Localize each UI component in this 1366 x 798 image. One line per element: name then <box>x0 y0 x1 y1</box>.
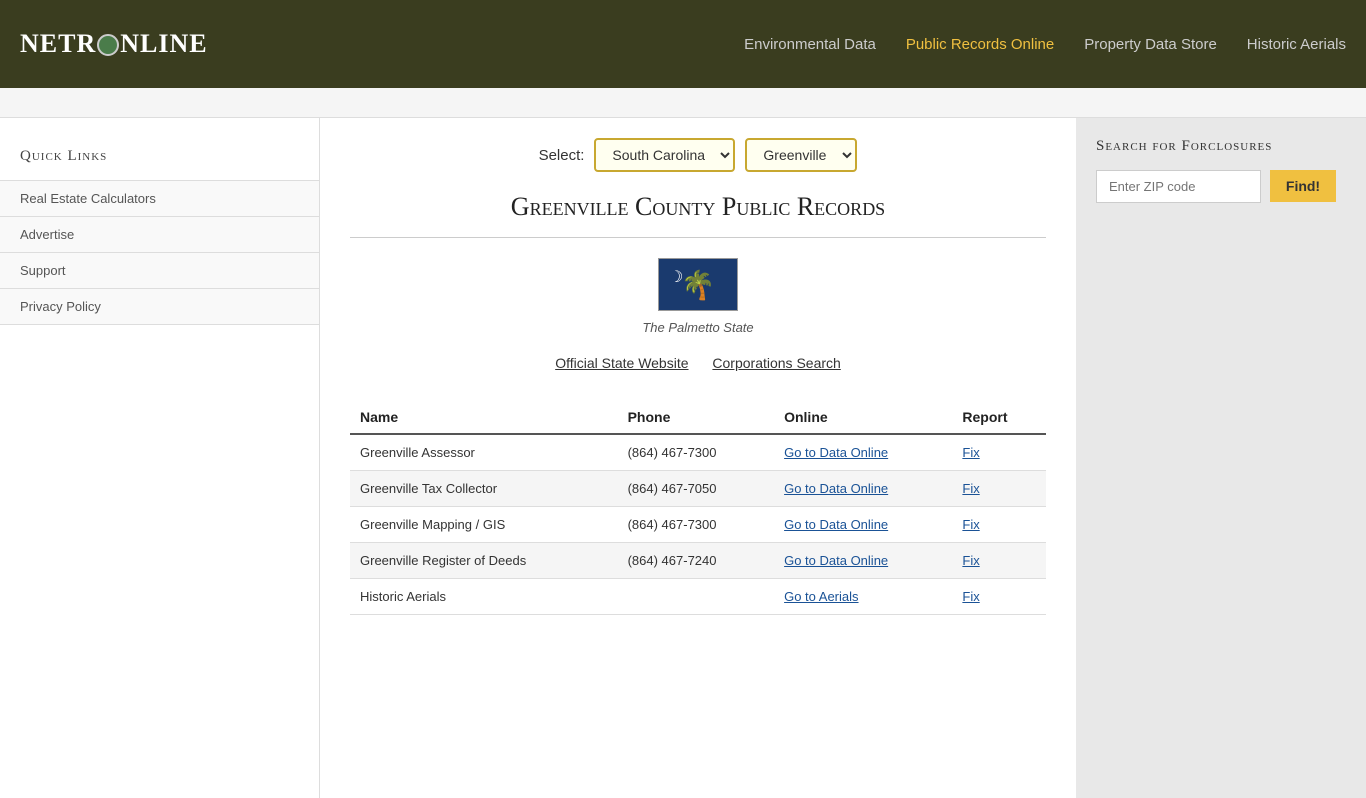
state-select[interactable]: South Carolina <box>594 138 735 172</box>
county-title: Greenville County Public Records <box>350 192 1046 238</box>
cell-name: Greenville Assessor <box>350 434 618 471</box>
sidebar-item-real-estate-calculators[interactable]: Real Estate Calculators <box>0 180 319 216</box>
fix-link[interactable]: Fix <box>962 445 979 460</box>
table-body: Greenville Assessor(864) 467-7300 Go to D… <box>350 434 1046 615</box>
nav-property-data-store[interactable]: Property Data Store <box>1084 36 1217 53</box>
select-label: Select: <box>539 147 585 164</box>
sidebar: Quick Links Real Estate Calculators Adve… <box>0 118 320 798</box>
table-row: Historic Aerials Go to Aerials Fix <box>350 579 1046 615</box>
corporations-search-link[interactable]: Corporations Search <box>712 355 840 371</box>
cell-phone: (864) 467-7240 <box>618 543 775 579</box>
col-header-phone: Phone <box>618 401 775 434</box>
cell-phone <box>618 579 775 615</box>
cell-name: Greenville Register of Deeds <box>350 543 618 579</box>
links-row: Official State Website Corporations Sear… <box>350 355 1046 371</box>
cell-report: Fix <box>952 434 1046 471</box>
fix-link[interactable]: Fix <box>962 589 979 604</box>
fix-link[interactable]: Fix <box>962 517 979 532</box>
state-flag-area: ☽ 🌴 The Palmetto State <box>350 258 1046 335</box>
cell-report: Fix <box>952 471 1046 507</box>
cell-phone: (864) 467-7300 <box>618 434 775 471</box>
cell-online: Go to Data Online <box>774 471 952 507</box>
data-table: Name Phone Online Report Greenville Asse… <box>350 401 1046 615</box>
official-state-website-link[interactable]: Official State Website <box>555 355 688 371</box>
find-button[interactable]: Find! <box>1270 170 1336 202</box>
logo: NETRNLINE <box>20 29 208 58</box>
nav-environmental-data[interactable]: Environmental Data <box>744 36 876 53</box>
sub-header <box>0 88 1366 118</box>
logo-globe-icon <box>97 34 119 56</box>
sidebar-title: Quick Links <box>0 138 319 180</box>
table-row: Greenville Tax Collector(864) 467-7050 Go… <box>350 471 1046 507</box>
state-flag: ☽ 🌴 <box>658 258 738 311</box>
table-row: Greenville Assessor(864) 467-7300 Go to D… <box>350 434 1046 471</box>
cell-online: Go to Data Online <box>774 507 952 543</box>
cell-online: Go to Data Online <box>774 543 952 579</box>
right-panel: Search for Forclosures Find! <box>1076 118 1366 798</box>
col-header-report: Report <box>952 401 1046 434</box>
fix-link[interactable]: Fix <box>962 553 979 568</box>
logo-area: NETRNLINE <box>20 29 208 59</box>
page-layout: Quick Links Real Estate Calculators Adve… <box>0 118 1366 798</box>
cell-online: Go to Aerials <box>774 579 952 615</box>
nav-historic-aerials[interactable]: Historic Aerials <box>1247 36 1346 53</box>
go-to-data-link[interactable]: Go to Data Online <box>784 517 888 532</box>
state-nickname: The Palmetto State <box>350 320 1046 335</box>
fix-link[interactable]: Fix <box>962 481 979 496</box>
sidebar-item-support[interactable]: Support <box>0 252 319 288</box>
table-row: Greenville Register of Deeds(864) 467-72… <box>350 543 1046 579</box>
cell-report: Fix <box>952 543 1046 579</box>
table-row: Greenville Mapping / GIS(864) 467-7300 Go… <box>350 507 1046 543</box>
go-to-data-link[interactable]: Go to Aerials <box>784 589 858 604</box>
cell-name: Greenville Mapping / GIS <box>350 507 618 543</box>
cell-name: Historic Aerials <box>350 579 618 615</box>
cell-online: Go to Data Online <box>774 434 952 471</box>
sidebar-item-advertise[interactable]: Advertise <box>0 216 319 252</box>
go-to-data-link[interactable]: Go to Data Online <box>784 445 888 460</box>
go-to-data-link[interactable]: Go to Data Online <box>784 481 888 496</box>
nav-public-records-online[interactable]: Public Records Online <box>906 36 1054 53</box>
cell-name: Greenville Tax Collector <box>350 471 618 507</box>
go-to-data-link[interactable]: Go to Data Online <box>784 553 888 568</box>
header: NETRNLINE Environmental Data Public Reco… <box>0 0 1366 88</box>
col-header-online: Online <box>774 401 952 434</box>
col-header-name: Name <box>350 401 618 434</box>
main-nav: Environmental Data Public Records Online… <box>744 36 1346 53</box>
county-select[interactable]: Greenville <box>745 138 857 172</box>
foreclosure-search-form: Find! <box>1096 170 1346 203</box>
cell-phone: (864) 467-7300 <box>618 507 775 543</box>
sidebar-item-privacy-policy[interactable]: Privacy Policy <box>0 288 319 325</box>
cell-report: Fix <box>952 507 1046 543</box>
cell-phone: (864) 467-7050 <box>618 471 775 507</box>
cell-report: Fix <box>952 579 1046 615</box>
zip-input[interactable] <box>1096 170 1261 203</box>
select-bar: Select: South Carolina Greenville <box>350 138 1046 172</box>
foreclosure-title: Search for Forclosures <box>1096 138 1346 155</box>
flag-palmetto-icon: 🌴 <box>681 268 716 301</box>
main-content: Select: South Carolina Greenville Greenv… <box>320 118 1076 798</box>
